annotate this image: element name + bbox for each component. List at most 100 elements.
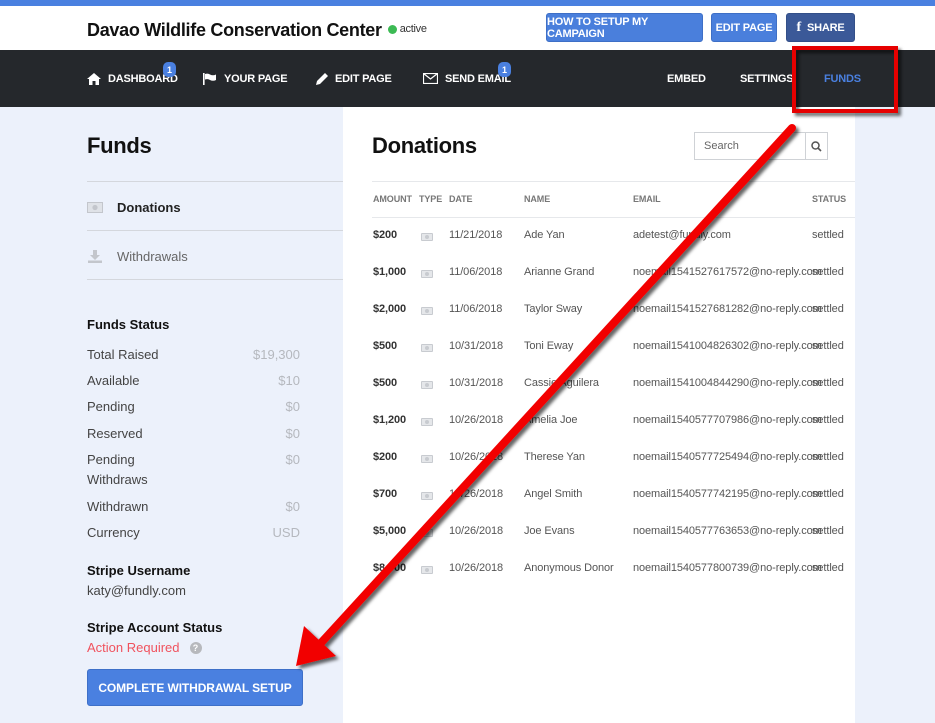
table-row[interactable]: $200 10/26/2018 Therese Yan noemail15405777… <box>372 440 855 477</box>
nav-embed[interactable]: EMBED <box>667 50 706 107</box>
cell-email: noemail1540577800739@no-reply.com <box>633 562 822 574</box>
cell-date: 10/26/2018 <box>449 451 504 463</box>
nav-edit-page[interactable]: EDIT PAGE <box>316 50 392 107</box>
table-row[interactable]: $1,200 10/26/2018 Amelia Joe noemail1540577… <box>372 403 855 440</box>
campaign-status: active <box>399 23 427 36</box>
cell-name: Anonymous Donor <box>524 562 614 574</box>
cell-email: noemail1540577707986@no-reply.com <box>633 414 822 426</box>
col-email[interactable]: EMAIL <box>633 194 661 204</box>
cell-date: 11/06/2018 <box>449 303 503 315</box>
table-row[interactable]: $200 11/21/2018 Ade Yan adetest@fundly.com s… <box>372 218 855 255</box>
money-icon <box>421 233 433 241</box>
search-input[interactable] <box>695 133 805 159</box>
cell-date: 10/26/2018 <box>449 414 504 426</box>
table-row[interactable]: $1,000 11/06/2018 Arianne Grand noemail1541… <box>372 255 855 292</box>
campaign-header: Davao Wildlife Conservation Center active… <box>0 6 935 50</box>
cell-status: settled <box>812 451 844 463</box>
cell-status: settled <box>812 525 844 537</box>
nav-funds[interactable]: FUNDS <box>824 50 861 107</box>
col-date[interactable]: DATE <box>449 194 473 204</box>
search-icon <box>811 140 822 152</box>
money-icon <box>421 344 433 352</box>
flag-icon <box>203 72 217 85</box>
nav-settings[interactable]: SETTINGS <box>740 50 794 107</box>
money-icon <box>421 455 433 463</box>
col-amount[interactable]: AMOUNT <box>373 194 412 204</box>
col-name[interactable]: NAME <box>524 194 550 204</box>
cell-status: settled <box>812 414 844 426</box>
cell-amount: $5,000 <box>373 525 407 537</box>
home-icon <box>87 72 101 85</box>
search-box <box>694 132 828 160</box>
edit-page-button[interactable]: EDIT PAGE <box>711 13 777 42</box>
funds-row-currency: Currency USD <box>87 525 300 540</box>
cell-amount: $200 <box>373 451 398 463</box>
cell-email: noemail1541527617572@no-reply.com <box>633 266 822 278</box>
money-icon <box>421 381 433 389</box>
nav-dashboard[interactable]: DASHBOARD <box>87 50 178 107</box>
table-row[interactable]: $5,000 10/26/2018 Joe Evans noemail15405777… <box>372 514 855 551</box>
nav-send-email[interactable]: SEND EMAIL <box>423 50 511 107</box>
search-button[interactable] <box>805 133 827 159</box>
sidebar-item-withdrawals[interactable]: Withdrawals <box>87 232 343 280</box>
cell-amount: $500 <box>373 377 398 389</box>
pencil-icon <box>316 72 328 85</box>
stripe-username-label: Stripe Username <box>87 563 191 578</box>
cell-email: noemail1540577742195@no-reply.com <box>633 488 822 500</box>
campaign-title: Davao Wildlife Conservation Center active <box>87 20 427 40</box>
col-type[interactable]: TYPE <box>419 194 442 204</box>
table-row[interactable]: $700 10/26/2018 Angel Smith noemail15405777… <box>372 477 855 514</box>
cell-date: 10/26/2018 <box>449 488 504 500</box>
main-nav: DASHBOARD 1 YOUR PAGE EDIT PAGE SEND EMA… <box>0 50 935 107</box>
help-icon[interactable]: ? <box>189 641 202 654</box>
cell-status: settled <box>812 562 844 574</box>
how-to-setup-button[interactable]: HOW TO SETUP MY CAMPAIGN <box>546 13 703 42</box>
cell-name: Arianne Grand <box>524 266 595 278</box>
table-row[interactable]: $500 10/31/2018 Cassie Aguilera noemail1541… <box>372 366 855 403</box>
cell-name: Toni Eway <box>524 340 574 352</box>
cell-name: Amelia Joe <box>524 414 578 426</box>
funds-row-pending: Pending $0 <box>87 399 300 414</box>
nav-your-page[interactable]: YOUR PAGE <box>203 50 288 107</box>
cell-amount: $8,000 <box>373 562 407 574</box>
cell-date: 10/26/2018 <box>449 562 504 574</box>
money-icon <box>421 529 433 537</box>
stripe-status-label: Stripe Account Status <box>87 620 223 635</box>
funds-row-reserved: Reserved $0 <box>87 426 300 441</box>
stripe-status: Action Required ? <box>87 640 202 655</box>
cell-email: noemail1540577763653@no-reply.com <box>633 525 822 537</box>
cell-email: noemail1540577725494@no-reply.com <box>633 451 822 463</box>
divider <box>87 181 343 182</box>
cell-name: Taylor Sway <box>524 303 583 315</box>
send-email-badge: 1 <box>498 62 511 77</box>
cell-amount: $2,000 <box>373 303 407 315</box>
cell-status: settled <box>812 377 844 389</box>
funds-sidebar: Funds Donations Withdrawals Funds Status… <box>0 107 343 723</box>
table-row[interactable]: $500 10/31/2018 Toni Eway noemail1541004826… <box>372 329 855 366</box>
envelope-icon <box>423 73 438 84</box>
table-row[interactable]: $2,000 11/06/2018 Taylor Sway noemail154152… <box>372 292 855 329</box>
dashboard-badge: 1 <box>163 62 176 77</box>
funds-row-total-raised: Total Raised $19,300 <box>87 347 300 362</box>
sidebar-item-donations[interactable]: Donations <box>87 183 343 231</box>
funds-status-title: Funds Status <box>87 317 170 332</box>
donations-panel: Donations AMOUNT TYPE DATE NAME EMAIL ST… <box>343 107 855 723</box>
cell-status: settled <box>812 488 844 500</box>
cell-date: 11/06/2018 <box>449 266 503 278</box>
cell-status: settled <box>812 229 844 241</box>
divider <box>87 230 343 231</box>
cell-date: 11/21/2018 <box>449 229 503 241</box>
col-status[interactable]: STATUS <box>812 194 846 204</box>
cell-name: Ade Yan <box>524 229 565 241</box>
money-icon <box>421 270 433 278</box>
share-button[interactable]: f SHARE <box>786 13 855 42</box>
cell-email: noemail1541527681282@no-reply.com <box>633 303 822 315</box>
funds-row-pending-withdraws: Pending Withdraws $0 <box>87 452 300 487</box>
table-row[interactable]: $8,000 10/26/2018 Anonymous Donor noemail15… <box>372 551 855 588</box>
download-icon <box>87 249 103 263</box>
cell-status: settled <box>812 340 844 352</box>
cell-status: settled <box>812 266 844 278</box>
complete-withdrawal-setup-button[interactable]: COMPLETE WITHDRAWAL SETUP <box>87 669 303 706</box>
divider <box>87 279 343 280</box>
money-icon <box>421 492 433 500</box>
